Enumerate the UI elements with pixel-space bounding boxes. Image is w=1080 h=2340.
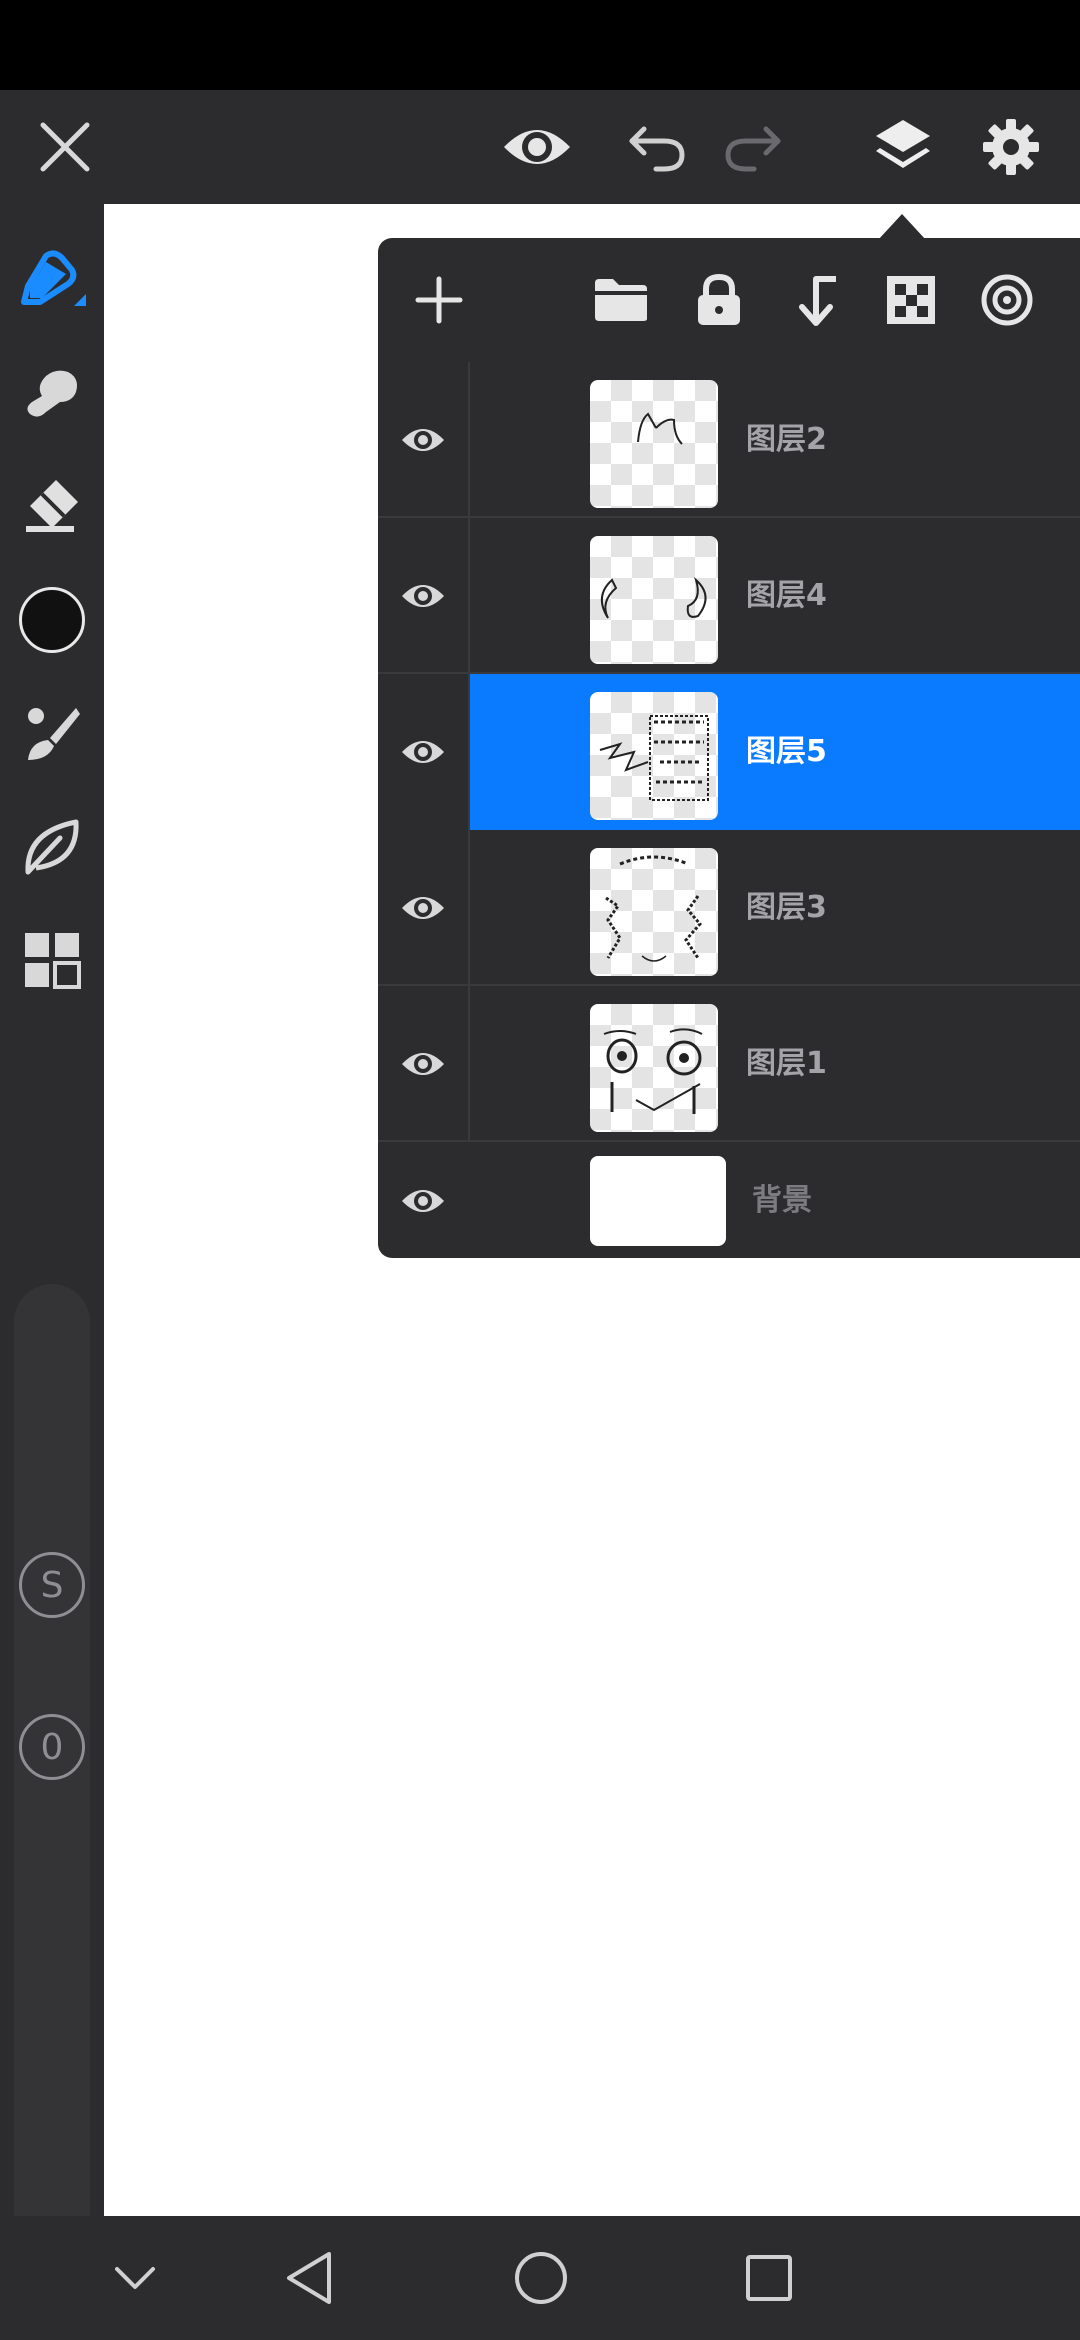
layer-thumbnail [590,1004,718,1132]
undo-icon [629,126,685,172]
layer-thumbnail [590,848,718,976]
system-nav-bar [0,2216,1080,2340]
lock-icon [698,273,740,325]
panel-pointer [878,214,926,240]
grid-icon [25,933,81,989]
home-button[interactable] [486,2216,596,2340]
layer-thumbnail [590,536,718,664]
merge-down-icon [799,276,836,326]
gallery-tool[interactable] [0,910,104,1010]
back-button[interactable] [254,2216,364,2340]
back-icon [287,2252,331,2304]
smudge-tool[interactable] [0,344,104,444]
close-button[interactable] [22,90,108,204]
layer-name: 图层5 [746,734,827,769]
gear-icon [983,119,1039,175]
eye-icon [504,130,570,164]
eraser-tool[interactable] [0,456,104,556]
folder-icon [595,279,647,321]
smudge-icon [27,370,77,417]
layers-panel: 图层2 图层4 图层5 图层3 图层1 背景 [378,238,1080,1258]
status-bar [0,0,1080,90]
size-opacity-slider[interactable] [14,1284,90,2282]
visibility-toggle[interactable] [378,986,468,1142]
color-picker[interactable] [0,570,104,670]
brush-tool[interactable] [0,684,104,784]
background-layer-row[interactable]: 背景 [378,1142,1080,1258]
brush-icon [28,708,80,760]
layer-name: 背景 [752,1183,812,1218]
layer-body[interactable]: 图层4 [470,518,1080,674]
eye-icon [402,897,444,919]
settings-button[interactable] [966,90,1056,204]
layers-icon [876,120,930,168]
eye-icon [402,429,444,451]
view-button[interactable] [492,90,582,204]
pen-icon [21,250,86,306]
color-swatch [19,587,85,653]
layers-button[interactable] [858,90,948,204]
add-icon [415,276,463,324]
chevron-down-icon [115,2267,155,2289]
alpha-checker-icon [887,276,935,324]
layer-body[interactable]: 图层1 [470,986,1080,1142]
leaf-icon [25,819,79,875]
hide-nav-button[interactable] [80,2216,190,2340]
close-icon [40,122,90,172]
eye-icon [402,585,444,607]
recents-icon [746,2255,792,2301]
layer-name: 图层4 [746,578,827,613]
redo-button[interactable] [708,90,798,204]
layer-row[interactable]: 图层3 [378,830,1080,986]
add-layer-button[interactable] [394,238,484,362]
layer-row[interactable]: 图层4 [378,518,1080,674]
left-toolbar: S 0 [0,204,104,2282]
group-button[interactable] [576,238,666,362]
eye-icon [402,1053,444,1075]
eraser-icon [26,480,78,532]
layer-thumbnail [590,380,718,508]
visibility-toggle[interactable] [378,362,468,518]
undo-button[interactable] [612,90,702,204]
layer-name: 图层3 [746,890,827,925]
layer-body[interactable]: 图层5 [470,674,1080,830]
top-toolbar [0,90,1080,204]
layer-name: 图层1 [746,1046,827,1081]
layer-row-selected[interactable]: 图层5 [378,674,1080,830]
pen-tool[interactable] [0,230,104,330]
alpha-lock-button[interactable] [866,238,956,362]
layer-row[interactable]: 图层1 [378,986,1080,1142]
layer-body[interactable]: 图层2 [470,362,1080,518]
layer-thumbnail [590,692,718,820]
layer-row[interactable]: 图层2 [378,362,1080,518]
layer-name: 图层2 [746,422,827,457]
merge-down-button[interactable] [770,238,860,362]
eye-icon [402,1190,444,1212]
size-slider-label[interactable]: S [19,1552,85,1618]
target-icon [981,274,1033,326]
layer-body[interactable]: 背景 [470,1142,1080,1258]
opacity-slider-label[interactable]: 0 [19,1714,85,1780]
visibility-toggle[interactable] [378,830,468,986]
visibility-toggle[interactable] [378,674,468,830]
background-color-thumbnail [590,1156,726,1246]
layer-body[interactable]: 图层3 [470,830,1080,986]
home-icon [515,2252,567,2304]
visibility-toggle[interactable] [378,1142,468,1258]
liquify-tool[interactable] [0,796,104,896]
recents-button[interactable] [714,2216,824,2340]
lock-button[interactable] [674,238,764,362]
reference-button[interactable] [962,238,1052,362]
eye-icon [402,741,444,763]
visibility-toggle[interactable] [378,518,468,674]
redo-icon [725,126,781,172]
layers-panel-header [378,238,1080,362]
